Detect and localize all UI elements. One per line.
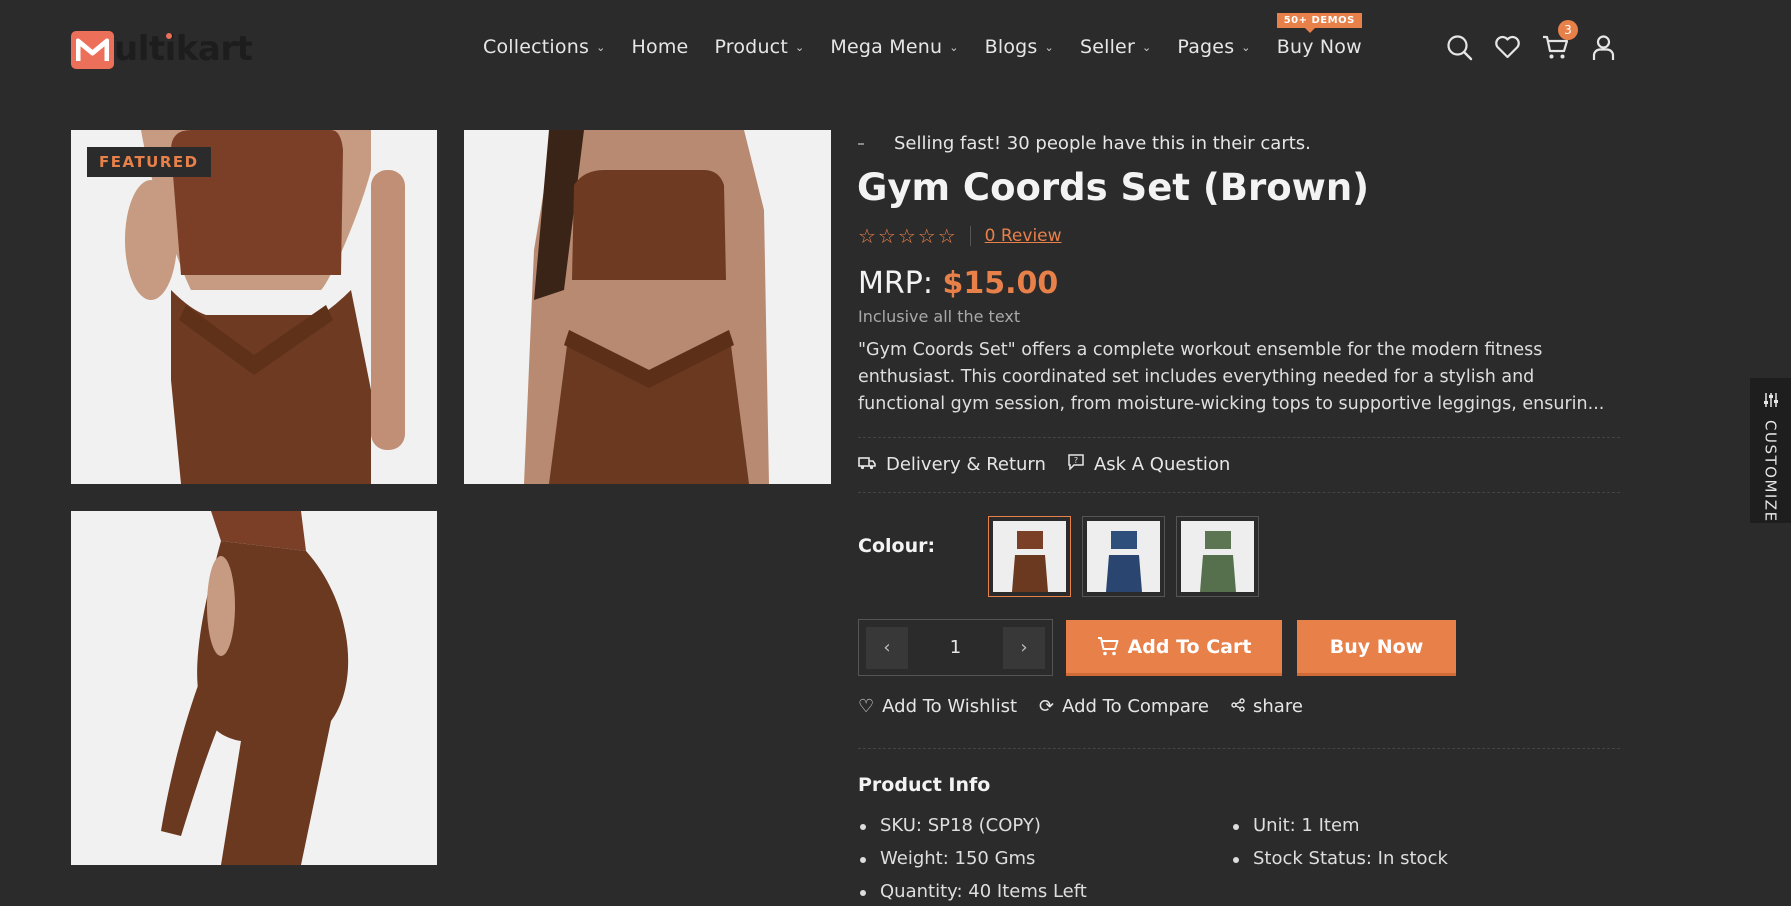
add-to-cart-button[interactable]: Add To Cart xyxy=(1066,620,1282,676)
chevron-down-icon: ⌄ xyxy=(1241,40,1251,54)
product-title: Gym Coords Set (Brown) xyxy=(857,166,1370,209)
logo-dot xyxy=(166,33,172,39)
buy-now-button[interactable]: Buy Now xyxy=(1297,620,1456,676)
cart-count-badge: 3 xyxy=(1558,20,1578,40)
chevron-down-icon: ⌄ xyxy=(949,40,959,54)
cart-icon[interactable]: 3 xyxy=(1542,20,1578,61)
nav-pages[interactable]: Pages ⌄ xyxy=(1177,36,1250,58)
chevron-right-icon: › xyxy=(1020,637,1028,658)
chevron-down-icon: ⌄ xyxy=(794,40,805,54)
nav-buy-now[interactable]: 50+ DEMOS Buy Now xyxy=(1276,13,1362,58)
price-block: MRP: $15.00 xyxy=(858,266,1058,301)
nav-product[interactable]: Product ⌄ xyxy=(714,36,804,58)
chevron-left-icon: ‹ xyxy=(883,637,891,658)
product-image-3[interactable] xyxy=(71,511,437,865)
nav-mega-menu[interactable]: Mega Menu ⌄ xyxy=(830,36,958,58)
info-stock-status: Stock Status: In stock xyxy=(1231,848,1448,881)
divider xyxy=(858,492,1620,493)
chevron-down-icon: ⌄ xyxy=(1044,40,1054,54)
action-links: ♡ Add To Wishlist ⟳ Add To Compare share xyxy=(858,696,1303,717)
product-info-left: SKU: SP18 (COPY) Weight: 150 Gms Quantit… xyxy=(858,815,1087,906)
colour-swatches xyxy=(988,516,1259,597)
info-quantity: Quantity: 40 Items Left xyxy=(858,881,1087,906)
logo-mark-icon xyxy=(71,31,114,69)
cart-icon xyxy=(1097,636,1119,657)
logo[interactable]: ultikart xyxy=(71,29,253,70)
product-description: "Gym Coords Set" offers a complete worko… xyxy=(858,340,1605,414)
nav-collections[interactable]: Collections ⌄ xyxy=(483,36,606,58)
info-weight: Weight: 150 Gms xyxy=(858,848,1087,881)
chevron-down-icon: ⌄ xyxy=(1141,40,1152,54)
share-link[interactable]: share xyxy=(1231,696,1303,717)
swatch-brown[interactable] xyxy=(988,516,1071,597)
sliders-icon xyxy=(1763,392,1779,412)
product-image-1[interactable]: FEATURED xyxy=(71,130,437,484)
product-image-2[interactable] xyxy=(464,130,831,484)
info-links: Delivery & Return ? Ask A Question xyxy=(858,454,1230,475)
svg-text:?: ? xyxy=(1074,456,1078,465)
swatch-blue[interactable] xyxy=(1082,516,1165,597)
decrement-button[interactable]: ‹ xyxy=(866,626,908,669)
customize-tab[interactable]: CUSTOMIZE xyxy=(1750,378,1791,523)
divider xyxy=(858,437,1620,438)
heart-icon[interactable] xyxy=(1494,34,1521,61)
heart-icon: ♡ xyxy=(858,696,875,717)
swatch-green[interactable] xyxy=(1176,516,1259,597)
add-to-wishlist-link[interactable]: ♡ Add To Wishlist xyxy=(858,696,1017,717)
inclusive-note: Inclusive all the text xyxy=(858,307,1021,326)
selling-fast-note: Selling fast! 30 people have this in the… xyxy=(858,133,1311,154)
star-rating-icon: ☆☆☆☆☆ xyxy=(858,224,958,248)
user-icon[interactable] xyxy=(1590,34,1617,61)
quantity-value[interactable]: 1 xyxy=(950,637,961,658)
customize-label: CUSTOMIZE xyxy=(1761,420,1780,523)
header-icons: 3 xyxy=(1446,20,1617,61)
quantity-stepper: ‹ 1 › xyxy=(858,619,1053,676)
add-to-compare-link[interactable]: ⟳ Add To Compare xyxy=(1039,696,1209,717)
refresh-icon: ⟳ xyxy=(1039,696,1055,717)
question-icon: ? xyxy=(1068,454,1084,475)
featured-badge: FEATURED xyxy=(87,147,211,177)
header: ultikart Collections ⌄ Home Product ⌄ Mega… xyxy=(0,0,1791,98)
chevron-down-icon: ⌄ xyxy=(596,40,606,54)
rating: ☆☆☆☆☆ 0 Review xyxy=(858,224,1062,248)
info-unit: Unit: 1 Item xyxy=(1231,815,1448,848)
mrp-label: MRP: xyxy=(858,266,933,301)
increment-button[interactable]: › xyxy=(1002,626,1045,669)
selling-indicator-icon xyxy=(858,142,864,145)
info-sku: SKU: SP18 (COPY) xyxy=(858,815,1087,848)
nav-seller[interactable]: Seller ⌄ xyxy=(1080,36,1151,58)
logo-text: ultikart xyxy=(114,29,253,69)
delivery-return-link[interactable]: Delivery & Return xyxy=(858,454,1046,475)
main-nav: Collections ⌄ Home Product ⌄ Mega Menu ⌄ Bl… xyxy=(483,13,1388,58)
product-info-title: Product Info xyxy=(858,774,991,796)
ask-question-link[interactable]: ? Ask A Question xyxy=(1068,454,1230,475)
price: $15.00 xyxy=(942,266,1059,301)
share-icon xyxy=(1231,696,1245,717)
colour-label: Colour: xyxy=(858,535,936,557)
truck-icon xyxy=(858,454,876,475)
nav-blogs[interactable]: Blogs ⌄ xyxy=(985,36,1054,58)
divider xyxy=(969,226,971,246)
divider xyxy=(858,748,1620,749)
demos-badge: 50+ DEMOS xyxy=(1276,13,1362,33)
review-link[interactable]: 0 Review xyxy=(985,226,1062,246)
nav-home[interactable]: Home xyxy=(632,36,689,58)
product-info-right: Unit: 1 Item Stock Status: In stock xyxy=(1231,815,1448,881)
search-icon[interactable] xyxy=(1446,34,1473,61)
